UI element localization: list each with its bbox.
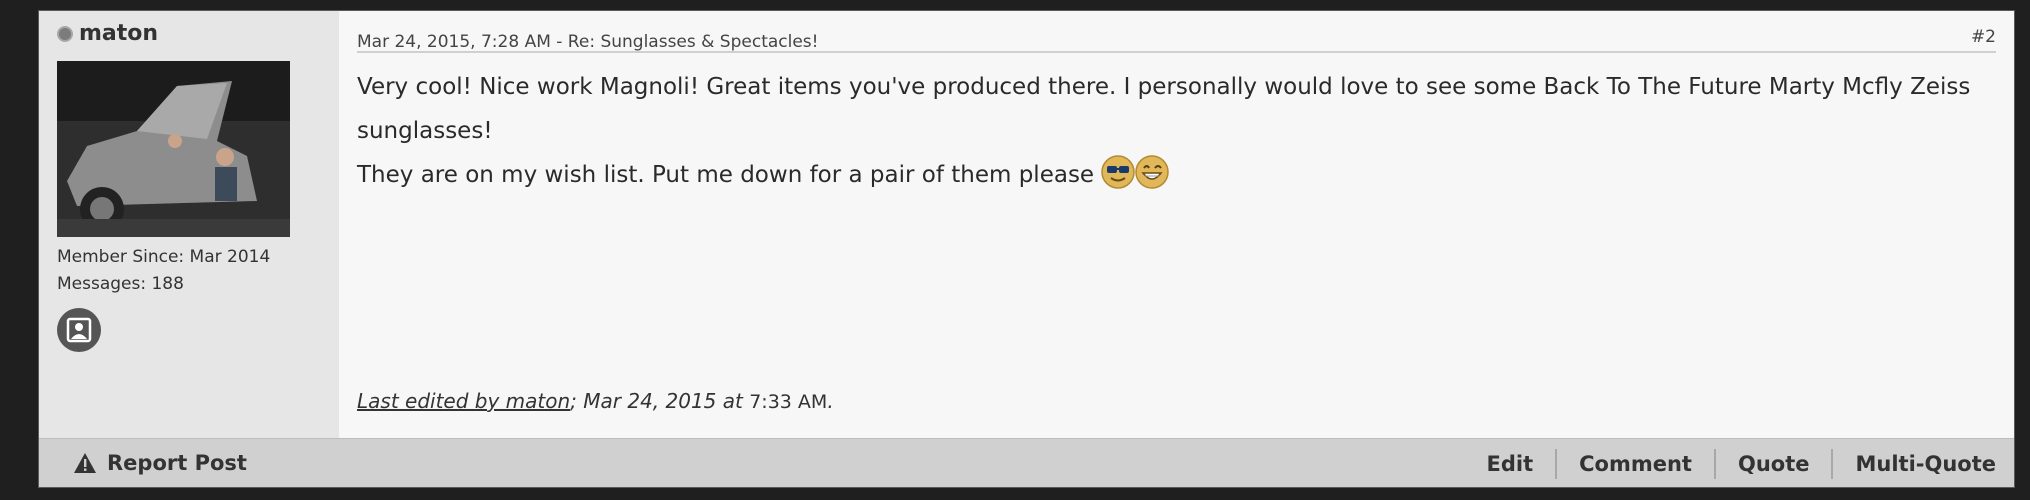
edited-end: . (827, 389, 834, 413)
avatar[interactable] (57, 61, 290, 237)
post-footer: Report Post Edit Comment Quote Multi-Quo… (39, 438, 2014, 487)
post-body-text: They are on my wish list. Put me down fo… (357, 162, 1102, 188)
offline-status-icon (57, 25, 73, 42)
picture-icon[interactable] (57, 308, 101, 352)
user-info-panel: maton Member Since: Mar 2014 Messages: 1… (39, 11, 339, 438)
post-date-title: Mar 24, 2015, 7:28 AM - Re: Sunglasses &… (357, 32, 819, 52)
edited-by-link[interactable]: Last edited by maton (357, 389, 570, 413)
cool-smiley-icon (1101, 154, 1136, 189)
warning-icon (74, 453, 96, 473)
quote-button[interactable]: Quote (1713, 449, 1832, 479)
edit-note: Last edited by maton; Mar 24, 2015 at 7:… (357, 389, 834, 413)
edited-date: ; Mar 24, 2015 at (570, 389, 750, 413)
comment-button[interactable]: Comment (1555, 449, 1714, 479)
grin-smiley-icon (1135, 154, 1170, 189)
post-body-line: Very cool! Nice work Magnoli! Great item… (357, 74, 1971, 144)
user-header: maton (57, 21, 158, 46)
edit-button[interactable]: Edit (1465, 449, 1556, 479)
post-number[interactable]: #2 (1971, 27, 1996, 47)
multi-quote-button[interactable]: Multi-Quote (1831, 449, 1996, 479)
member-since: Member Since: Mar 2014 (57, 247, 271, 267)
post-body-line: They are on my wish list. Put me down fo… (357, 153, 1996, 197)
report-post-button[interactable]: Report Post (73, 451, 247, 475)
edited-time: 7:33 AM (749, 391, 828, 413)
report-post-label: Report Post (107, 451, 247, 475)
post-body: Very cool! Nice work Magnoli! Great item… (357, 65, 1996, 197)
forum-post: maton Member Since: Mar 2014 Messages: 1… (38, 10, 2015, 488)
message-count: Messages: 188 (57, 274, 184, 294)
username[interactable]: maton (79, 21, 158, 46)
post-actions: Edit Comment Quote Multi-Quote (1465, 449, 1996, 479)
post-meta: Mar 24, 2015, 7:28 AM - Re: Sunglasses &… (357, 21, 1996, 53)
